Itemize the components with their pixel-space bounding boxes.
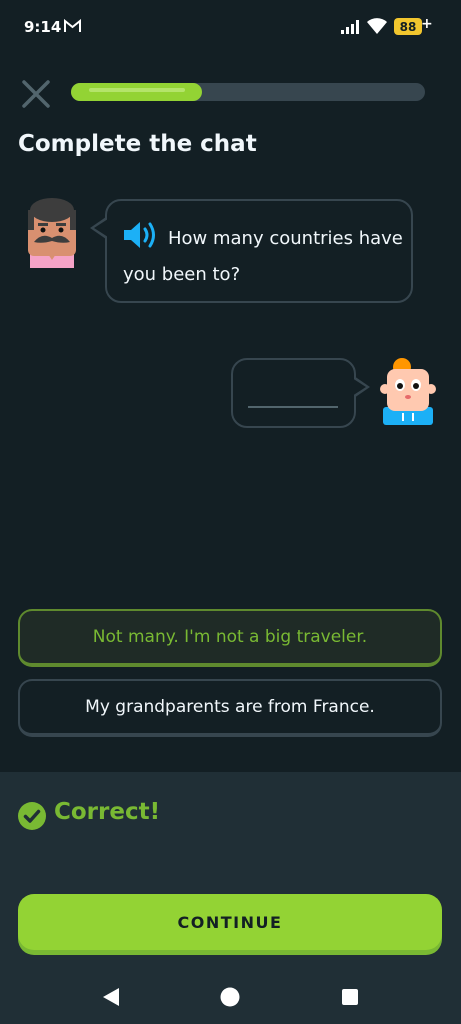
status-time: 9:14 [24,18,62,36]
signal-icon [341,20,359,34]
close-icon[interactable] [20,78,52,110]
answer-bubble-tail-fill [352,378,366,396]
continue-label: CONTINUE [177,912,283,932]
battery-icon: 88 [394,18,422,35]
answer-bubble [231,358,356,428]
charging-indicator: + [421,16,433,32]
option-button[interactable]: Not many. I'm not a big traveler. [18,609,442,667]
progress-bar [71,83,425,101]
wifi-icon [367,18,387,34]
gmail-icon [64,19,81,32]
option-button[interactable]: My grandparents are from France. [18,679,442,737]
continue-button[interactable]: CONTINUE [18,894,442,950]
option-label: My grandparents are from France. [85,697,375,717]
bubble-tail-fill [94,219,108,237]
option-label: Not many. I'm not a big traveler. [92,627,368,647]
back-icon[interactable] [101,987,121,1007]
page-title: Complete the chat [18,131,257,157]
prompt-text: How many countries have you been to? [123,228,403,285]
progress-shine [89,88,185,92]
recents-icon[interactable] [342,989,358,1005]
feedback-status: Correct! [54,799,161,825]
progress-fill [71,83,202,101]
oscar-avatar [28,198,76,268]
answer-blank [248,406,338,408]
check-circle-icon [18,802,46,830]
battery-level: 88 [399,19,417,34]
zari-avatar [380,358,436,425]
home-icon[interactable] [220,987,240,1007]
